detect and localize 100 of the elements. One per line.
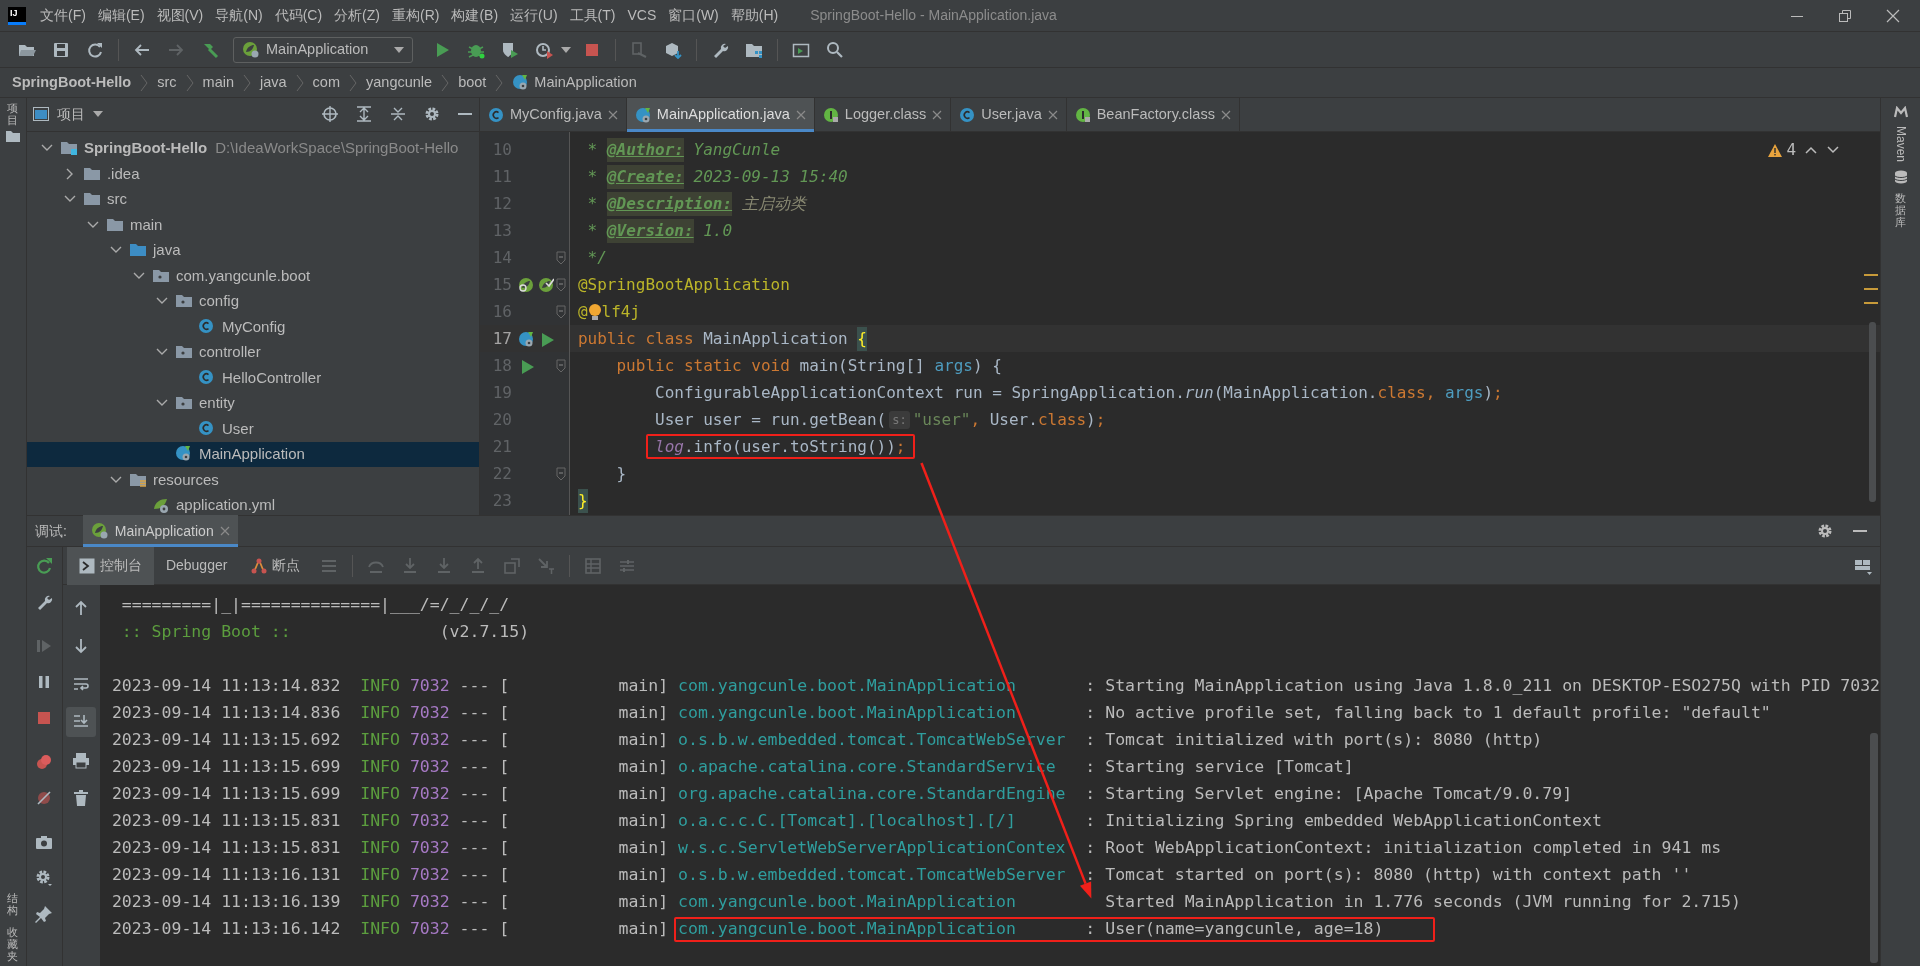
menu-item[interactable]: 视图(V) [150,5,210,26]
close-icon[interactable] [932,110,943,120]
menu-item[interactable]: 编辑(E) [91,5,151,26]
restart-icon[interactable] [35,557,54,575]
module-folder-icon [59,139,78,158]
debug-session-tab[interactable]: MainApplication [82,515,238,547]
tree-item[interactable]: java [26,237,479,264]
close-icon[interactable] [1886,8,1900,23]
tree-item[interactable]: main [26,212,479,238]
thread-name: [ main] [499,756,669,779]
menu-item[interactable]: 工具(T) [563,5,622,26]
tree-item[interactable]: User [26,416,479,442]
view-selector[interactable]: 项目 [32,103,103,125]
menu-item[interactable]: 重构(R) [386,5,446,26]
fold-marker-icon[interactable] [555,466,566,481]
console-tab[interactable]: 断点 [239,546,313,585]
soft-wrap-icon[interactable] [72,675,91,693]
pin-icon[interactable] [35,905,54,923]
tree-item[interactable]: config [26,288,479,315]
bean-check-icon[interactable] [537,276,554,293]
close-icon[interactable] [1047,110,1058,120]
close-icon[interactable] [607,110,618,120]
breadcrumb-item[interactable]: src [157,71,177,94]
log-level: INFO [360,837,400,860]
log-message: User(name=yangcunle, age=18) [1105,918,1384,941]
menu-item[interactable]: 帮助(H) [724,5,785,26]
caret-icon[interactable] [561,46,571,53]
breadcrumb-item[interactable]: yangcunle [366,71,433,94]
tree-item[interactable]: .idea [26,161,479,187]
menu-item[interactable]: 窗口(W) [662,5,725,26]
refresh-icon[interactable] [86,40,104,59]
fold-marker-icon[interactable] [555,304,566,319]
trash-icon[interactable] [72,789,91,807]
menu-item[interactable]: 运行(U) [504,5,564,26]
close-icon[interactable] [1220,110,1231,120]
spring-class-icon[interactable] [517,330,534,347]
fold-marker-icon[interactable] [555,250,566,265]
tree-item[interactable]: MainApplication [26,441,479,468]
breadcrumb-item[interactable]: java [260,71,287,94]
process-id: 7032 [409,729,450,752]
tree-item[interactable]: entity [26,390,479,417]
tool-window-label[interactable]: 项目 [7,102,19,127]
fold-marker-icon[interactable] [555,277,566,292]
breadcrumb-item[interactable]: SpringBoot-Hello [12,71,132,94]
run-configuration-dropdown[interactable]: MainApplication [233,36,413,63]
process-id: 7032 [409,864,450,887]
warning-counter[interactable]: 4 [1768,138,1797,162]
menu-item[interactable]: 分析(Z) [328,5,386,26]
cube-download-icon[interactable] [664,40,682,59]
console-tab[interactable]: 控制台 [66,546,154,585]
menu-item[interactable]: 导航(N) [209,5,269,26]
fold-marker-icon[interactable] [555,358,566,373]
tree-item[interactable]: resources [26,467,479,493]
tree-item[interactable]: com.yangcunle.boot [26,263,479,289]
lightbulb-icon[interactable] [587,302,602,321]
print-icon[interactable] [72,751,91,769]
console-tab[interactable]: Debugger [153,546,240,585]
tool-window-label[interactable]: 结构 [7,891,19,916]
target-icon[interactable] [320,105,339,124]
camera-icon[interactable] [35,833,54,851]
tool-window-label[interactable]: 收藏夹 [7,925,19,962]
mute-breakpoints-icon[interactable] [35,789,54,807]
breadcrumb-item[interactable]: boot [458,71,487,94]
colon: : [1085,729,1097,752]
code-line: * @Create: 2023-09-13 15:40 [577,164,848,189]
expand-all-icon[interactable] [354,105,373,124]
restore-icon[interactable] [1838,8,1852,23]
separator-text: --- [459,810,490,833]
menu-item[interactable]: 文件(F) [34,5,92,26]
breakpoints-icon[interactable] [35,753,54,771]
logger-name: com.yangcunle.boot.MainApplication [678,918,1017,941]
clock-run-icon[interactable] [535,40,553,59]
menu-item[interactable]: 构建(B) [445,5,505,26]
tool-window-label[interactable]: 数据库 [1895,192,1907,229]
bean-search-icon[interactable] [517,276,534,293]
tree-item[interactable]: SpringBoot-Hello D:\IdeaWorkSpace\SpringBoot-Hello [26,135,479,162]
colon: : [1085,837,1097,860]
breadcrumb-item[interactable]: MainApplication [534,71,637,94]
scrollbar[interactable] [1870,733,1879,963]
breadcrumb-item[interactable]: main [202,71,234,94]
tree-item[interactable]: application.yml [26,492,479,515]
search-icon[interactable] [826,40,844,59]
code-line: ConfigurableApplicationContext run = SpringApplication.run(MainApplication.class, args); [654,381,1503,404]
tree-item[interactable]: controller [26,339,479,366]
editor-tab[interactable]: MainApplication.java [626,98,815,132]
breadcrumb-item[interactable]: com [312,71,340,94]
separator-text: --- [459,729,490,752]
panel-label: 调试: [34,521,67,541]
save-icon[interactable] [52,40,70,59]
warning-icon [1768,143,1783,157]
log-level: INFO [360,864,400,887]
shield-run-icon[interactable] [501,40,519,59]
tree-item[interactable]: src [26,186,479,213]
code-text: "user" [912,408,971,431]
menu-item[interactable]: VCS [621,5,663,26]
scrollbar[interactable] [1869,322,1877,502]
menu-item[interactable]: 代码(C) [268,5,329,26]
tree-item[interactable]: MyConfig [26,314,479,340]
tool-window-label[interactable]: Maven [1891,126,1910,163]
tree-item[interactable]: HelloController [26,365,479,391]
